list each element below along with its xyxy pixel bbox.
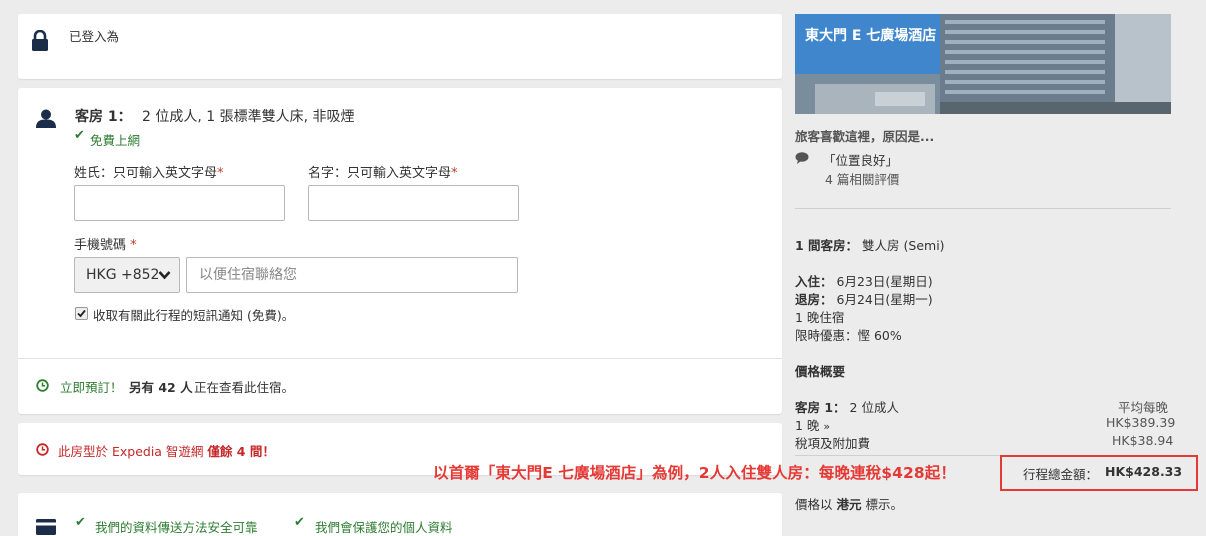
clock-icon [36, 379, 49, 392]
expand-chevron-icon: » [823, 420, 831, 433]
nights-link[interactable]: 1 晚 » [795, 415, 830, 434]
security-card: ✔ 我們的資料傳送方法安全可靠 ✔ 我們會保護您的個人資料 [18, 493, 782, 536]
phone-input[interactable] [186, 257, 518, 293]
divider [795, 208, 1171, 209]
checkmark-icon [77, 309, 86, 318]
currency-note: 價格以 港元 標示。 [795, 497, 904, 512]
given-name-input[interactable] [308, 185, 519, 221]
surname-label: 姓氏：只可輸入英文字母* [74, 166, 224, 181]
country-code-select[interactable]: HKG +852 [74, 257, 180, 293]
viewers-count: 另有 42 人 [129, 380, 193, 395]
viewers-text: 正在查看此住宿。 [194, 380, 295, 395]
room-description: 2 位成人, 1 張標準雙人床, 非吸煙 [142, 109, 355, 125]
clock-icon [36, 443, 49, 456]
promo-annotation: 以首爾「東大門E 七廣場酒店」為例，2人入住雙人房：每晚連稅$428起！ [433, 464, 957, 482]
price-room-line: 客房 1： 2 位成人 [795, 400, 899, 415]
price-summary-header: 價格概要 [795, 364, 846, 379]
free-wifi-label: 免費上網 [90, 133, 141, 148]
reason-quote: 「位置良好」 [823, 153, 899, 168]
room-summary: 1 間客房： 雙人房 (Semi) [795, 238, 945, 253]
room-title: 客房 1： [75, 109, 132, 125]
login-card: 已登入為 [18, 14, 782, 79]
reason-header: 旅客喜歡這裡，原因是... [795, 129, 935, 144]
taxes-price: HK$38.94 [1112, 433, 1174, 448]
checkin-line: 入住： 6月23日(星期日) [795, 274, 933, 289]
privacy-text: 我們會保護您的個人資料 [315, 520, 453, 535]
total-highlight-box [1000, 455, 1198, 491]
phone-label: 手機號碼 * [74, 238, 137, 253]
user-icon [36, 109, 56, 128]
warning-text: 此房型於 Expedia 智遊網 僅餘 4 間！ [58, 444, 275, 459]
surname-input[interactable] [74, 185, 285, 221]
avg-per-night-label: 平均每晚 [1118, 400, 1169, 415]
traveler-form-card: 客房 1： 2 位成人, 1 張標準雙人床, 非吸煙 ✔ 免費上網 姓氏：只可輸… [18, 88, 782, 414]
credit-card-icon [36, 519, 56, 535]
book-now-label: 立即預訂！ [60, 380, 123, 395]
checkout-line: 退房： 6月24日(星期一) [795, 292, 933, 307]
chevron-down-icon [158, 271, 171, 280]
nightly-price: HK$389.39 [1106, 415, 1176, 430]
lock-icon [32, 30, 48, 51]
divider [18, 358, 782, 359]
taxes-link[interactable]: 稅項及附加費 [795, 433, 870, 452]
check-icon: ✔ [75, 515, 86, 530]
sms-label: 收取有關此行程的短訊通知 (免費)。 [93, 308, 295, 323]
secure-transfer-text: 我們的資料傳送方法安全可靠 [95, 520, 258, 535]
hotel-name[interactable]: 東大門 E 七廣場酒店 [805, 25, 936, 45]
check-icon: ✔ [294, 515, 305, 530]
logged-in-label: 已登入為 [69, 29, 120, 44]
comment-icon [795, 152, 809, 164]
country-code-value: HKG +852 [86, 267, 160, 283]
hotel-photo: 東大門 E 七廣場酒店 [795, 14, 1171, 114]
nights-line: 1 晚住宿 [795, 310, 845, 325]
sms-checkbox[interactable] [75, 307, 88, 320]
given-name-label: 名字：只可輸入英文字母* [308, 166, 458, 181]
check-icon: ✔ [74, 128, 85, 143]
review-count[interactable]: 4 篇相關評價 [825, 169, 899, 188]
deal-line: 限時優惠：慳 60% [795, 328, 902, 343]
